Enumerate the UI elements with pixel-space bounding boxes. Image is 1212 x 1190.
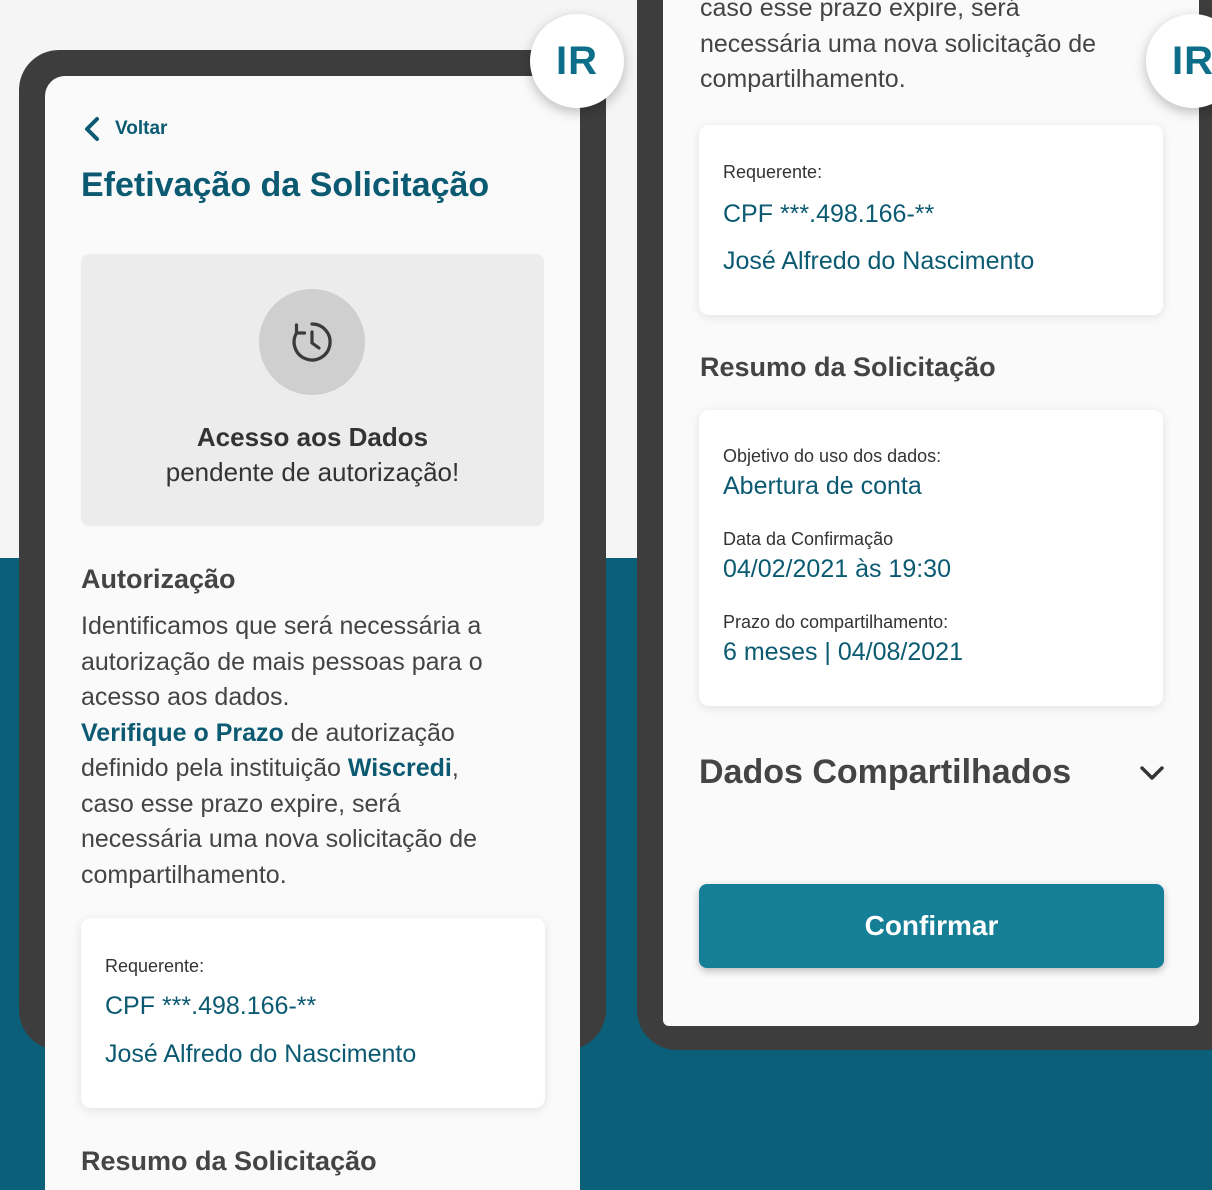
text-line: compartilhamento. [81, 860, 287, 889]
resumo-heading: Resumo da Solicitação [700, 352, 996, 382]
back-label: Voltar [115, 118, 168, 139]
requerente-name: José Alfredo do Nascimento [723, 247, 1035, 275]
requerente-label: Requerente: [723, 162, 823, 182]
verifique-prazo-link[interactable]: Verifique o Prazo [81, 719, 284, 747]
prazo-value: 6 meses | 04/08/2021 [723, 638, 963, 666]
data-confirmacao-value: 04/02/2021 às 19:30 [723, 555, 951, 583]
confirm-button[interactable]: Confirmar [699, 884, 1164, 968]
text-line: Identificamos que será necessária a [81, 612, 482, 640]
prazo-label: Prazo do compartilhamento: [723, 612, 949, 632]
dados-compartilhados-toggle[interactable]: Dados Compartilhados [699, 753, 1165, 792]
requerente-card: Requerente: CPF ***.498.166-** José Alfr… [81, 918, 545, 1108]
objetivo-label: Objetivo do uso dos dados: [723, 446, 942, 466]
dados-compartilhados-title: Dados Compartilhados [699, 753, 1072, 791]
status-panel: Acesso aos Dados pendente de autorização… [81, 254, 544, 526]
data-confirmacao-label: Data da Confirmação [723, 529, 894, 549]
chevron-left-icon [85, 117, 99, 141]
text-line: caso esse prazo expire, será [81, 789, 401, 818]
resumo-heading: Resumo da Solicitação [81, 1146, 377, 1176]
ir-badge: IR [530, 14, 624, 108]
text-line: necessária uma nova solicitação de [81, 825, 478, 853]
text-line: autorização de mais pessoas para o [81, 647, 483, 676]
institution-name: Wiscredi [347, 754, 452, 782]
autorizacao-text: Identificamos que será necessária a auto… [81, 609, 551, 893]
clock-history-icon [259, 289, 365, 395]
requerente-label: Requerente: [105, 956, 205, 976]
requerente-name: José Alfredo do Nascimento [105, 1040, 417, 1068]
autorizacao-text-continued: caso esse prazo expire, será necessária … [700, 0, 1170, 98]
requerente-cpf: CPF ***.498.166-** [105, 992, 317, 1020]
text-line: acesso aos dados. [81, 683, 290, 711]
back-button[interactable]: Voltar [81, 116, 167, 142]
text-fragment: de autorização [283, 718, 455, 747]
objetivo-value: Abertura de conta [723, 472, 922, 500]
text-line: caso esse prazo expire, será [700, 0, 1020, 22]
text-line: Verifique o Prazo de autorização [81, 716, 551, 752]
text-fragment: , [451, 754, 459, 782]
status-title: Acesso aos Dados [196, 422, 429, 452]
chevron-down-icon [1140, 765, 1164, 780]
page-title: Efetivação da Solicitação [81, 166, 490, 204]
requerente-cpf: CPF ***.498.166-** [723, 200, 935, 228]
autorizacao-heading: Autorização [81, 564, 236, 594]
text-line: compartilhamento. [700, 65, 906, 93]
phone-screen-right: caso esse prazo expire, será necessária … [663, 0, 1199, 1026]
requerente-card: Requerente: CPF ***.498.166-** José Alfr… [699, 125, 1163, 315]
text-fragment: definido pela instituição [81, 754, 348, 782]
text-line: definido pela instituição Wiscredi, [81, 751, 551, 787]
resumo-card: Objetivo do uso dos dados: Abertura de c… [699, 410, 1163, 706]
phone-screen-left: Voltar Efetivação da Solicitação Acesso … [45, 76, 580, 1190]
text-line: necessária uma nova solicitação de [700, 29, 1097, 58]
status-subtitle: pendente de autorização! [165, 457, 460, 487]
